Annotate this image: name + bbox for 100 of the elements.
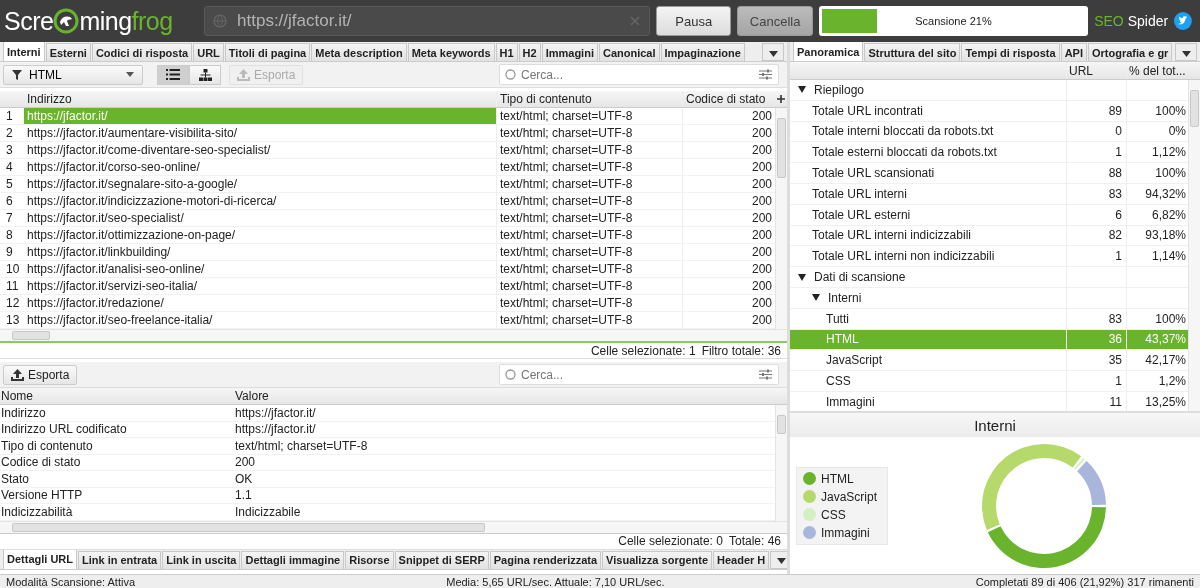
table-row[interactable]: 9 https://jfactor.it/linkbuilding/ text/html; charset=UTF-8 200 <box>0 244 775 261</box>
expand-arrow-icon[interactable] <box>812 294 820 302</box>
tab[interactable]: H2 <box>518 43 541 61</box>
tab[interactable]: Risorse <box>345 550 394 569</box>
table-row[interactable]: 5 https://jfactor.it/segnalare-sito-a-google/ text/html; charset=UTF-8 200 <box>0 176 775 193</box>
column-header[interactable]: Codice di stato <box>682 91 774 107</box>
table-cell: 89 <box>1108 103 1122 118</box>
table-row[interactable]: 11 https://jfactor.it/servizi-seo-italia/ text/html; charset=UTF-8 200 <box>0 278 775 295</box>
tab[interactable]: Titoli di pagina <box>224 43 311 61</box>
table-row[interactable]: 10 https://jfactor.it/analisi-seo-online/ text/html; charset=UTF-8 200 <box>0 261 775 278</box>
more-tabs-button[interactable] <box>770 550 787 569</box>
table-row[interactable]: 1 https://jfactor.it/ text/html; charset=UTF-8 200 <box>0 108 775 125</box>
url-field[interactable]: https://jfactor.it/ <box>204 6 651 36</box>
table-cell[interactable]: https://jfactor.it/servizi-seo-italia/ <box>24 278 496 294</box>
tab[interactable]: Snippet di SERP <box>394 550 489 569</box>
vertical-scrollbar[interactable] <box>775 405 787 521</box>
tab[interactable]: URL <box>193 43 224 61</box>
table-cell[interactable]: https://jfactor.it/corso-seo-online/ <box>24 159 496 175</box>
table-row[interactable]: 6 https://jfactor.it/indicizzazione-motori-di-ricerca/ text/html; charset=UTF-8 200 <box>0 193 775 210</box>
tree-row[interactable]: Interni <box>790 287 1188 309</box>
tab[interactable]: Impaginazione <box>660 43 745 61</box>
tab[interactable]: Panoramica <box>793 42 864 61</box>
filter-settings-icon[interactable] <box>759 369 772 380</box>
table-row[interactable]: 4 https://jfactor.it/corso-seo-online/ text/html; charset=UTF-8 200 <box>0 159 775 176</box>
more-tabs-button[interactable] <box>1175 43 1197 61</box>
tab[interactable]: Canonical <box>598 43 660 61</box>
tab[interactable]: Link in uscita <box>162 550 241 569</box>
tab[interactable]: Interni <box>3 42 45 61</box>
expand-arrow-icon[interactable] <box>798 273 806 281</box>
table-cell[interactable]: https://jfactor.it/come-diventare-seo-specialist/ <box>24 142 496 158</box>
tab[interactable]: Dettagli immagine <box>241 550 345 569</box>
table-cell[interactable]: https://jfactor.it/seo-freelance-italia/ <box>24 312 496 328</box>
toolbar-button[interactable]: Pausa <box>656 6 732 36</box>
column-header[interactable]: Nome <box>0 389 233 403</box>
toolbar-button[interactable]: Cancella <box>737 6 813 36</box>
add-column-icon[interactable] <box>776 95 785 103</box>
tab[interactable]: Esterni <box>45 43 91 61</box>
table-cell[interactable]: https://jfactor.it/ottimizzazione-on-page/ <box>24 227 496 243</box>
table-row[interactable]: 2 https://jfactor.it/aumentare-visibilita-sito/ text/html; charset=UTF-8 200 <box>0 125 775 142</box>
tab[interactable]: Tempi di risposta <box>961 43 1060 61</box>
tab[interactable]: H1 <box>495 43 518 61</box>
column-header[interactable]: Valore <box>233 389 787 403</box>
table-row[interactable]: 12 https://jfactor.it/redazione/ text/html; charset=UTF-8 200 <box>0 295 775 312</box>
expand-arrow-icon[interactable] <box>798 86 806 94</box>
tab[interactable]: Pagina renderizzata <box>489 550 602 569</box>
tab[interactable]: Ortografia e gr <box>1088 43 1173 61</box>
tree-row[interactable]: Totale URL interni non indicizzabili 1 1,14% <box>790 246 1188 268</box>
tab[interactable]: Header H <box>713 550 770 569</box>
export-button[interactable]: Esporta <box>3 364 78 385</box>
column-header[interactable]: URL <box>1066 62 1126 79</box>
tab[interactable]: API <box>1060 43 1087 61</box>
vertical-scrollbar[interactable] <box>775 108 787 329</box>
tab[interactable]: Meta description <box>311 43 407 61</box>
globe-icon <box>213 14 228 28</box>
tab[interactable]: Struttura del sito <box>864 43 961 61</box>
tree-row[interactable]: Totale URL esterni 6 6,82% <box>790 204 1188 226</box>
table-cell[interactable]: https://jfactor.it/indicizzazione-motori-di-ricerca/ <box>24 193 496 209</box>
tree-row[interactable]: Dati di scansione <box>790 267 1188 288</box>
tree-row[interactable]: Riepilogo <box>790 80 1188 101</box>
tab[interactable]: Visualizza sorgente <box>602 550 712 569</box>
horizontal-scrollbar[interactable] <box>0 329 787 341</box>
table-cell[interactable]: https://jfactor.it/segnalare-sito-a-google/ <box>24 176 496 192</box>
table-cell[interactable]: https://jfactor.it/linkbuilding/ <box>24 244 496 260</box>
table-cell: 6 <box>1115 207 1122 222</box>
table-cell[interactable]: https://jfactor.it/seo-specialist/ <box>24 210 496 226</box>
tab[interactable]: Meta keywords <box>407 43 495 61</box>
table-row[interactable]: 7 https://jfactor.it/seo-specialist/ text/html; charset=UTF-8 200 <box>0 210 775 227</box>
filter-dropdown[interactable]: HTML <box>3 64 143 85</box>
table-cell: text/html; charset=UTF-8 <box>500 143 633 157</box>
search-field[interactable]: Cerca... <box>499 64 779 85</box>
table-row[interactable]: 8 https://jfactor.it/ottimizzazione-on-page/ text/html; charset=UTF-8 200 <box>0 227 775 244</box>
tree-row[interactable]: Totale URL scansionati 88 100% <box>790 163 1188 184</box>
table-row[interactable]: 3 https://jfactor.it/come-diventare-seo-specialist/ text/html; charset=UTF-8 200 <box>0 142 775 159</box>
filter-settings-icon[interactable] <box>759 69 772 80</box>
tree-view-button[interactable] <box>189 64 221 85</box>
tree-row[interactable]: Totale esterni bloccati da robots.txt 1 1,12% <box>790 142 1188 164</box>
tree-row[interactable]: Totale URL interni indicizzabili 82 93,18% <box>790 225 1188 247</box>
bird-icon[interactable] <box>1174 12 1192 30</box>
column-header[interactable]: Tipo di contenuto <box>496 91 682 107</box>
tree-row[interactable]: Totale URL incontrati 89 100% <box>790 100 1188 122</box>
search-field[interactable]: Cerca... <box>499 364 779 385</box>
table-cell: 82 <box>1108 228 1122 243</box>
tree-row[interactable]: Tutti 83 100% <box>790 308 1188 330</box>
more-tabs-button[interactable] <box>762 43 784 61</box>
tree-row[interactable]: CSS 1 1,2% <box>790 371 1188 392</box>
tree-row[interactable]: Totale interni bloccati da robots.txt 0 0% <box>790 121 1188 143</box>
tree-row[interactable]: JavaScript 35 42,17% <box>790 350 1188 372</box>
tab[interactable]: Link in entrata <box>78 550 162 569</box>
table-cell[interactable]: https://jfactor.it/redazione/ <box>24 295 496 311</box>
table-cell[interactable]: https://jfactor.it/analisi-seo-online/ <box>24 261 496 277</box>
list-view-button[interactable] <box>157 64 189 85</box>
table-cell: 94,32% <box>1145 186 1186 201</box>
column-header[interactable]: % del tot... <box>1126 62 1188 79</box>
status-text: Modalità Scansione: Attiva <box>6 575 136 588</box>
tab[interactable]: Immagini <box>541 43 598 61</box>
tree-row[interactable]: Totale URL interni 83 94,32% <box>790 184 1188 205</box>
vertical-scrollbar[interactable] <box>1188 80 1200 411</box>
table-cell[interactable]: https://jfactor.it/aumentare-visibilita-sito/ <box>24 125 496 141</box>
tab[interactable]: Codici di risposta <box>91 43 193 61</box>
column-header[interactable]: Indirizzo <box>24 91 496 107</box>
